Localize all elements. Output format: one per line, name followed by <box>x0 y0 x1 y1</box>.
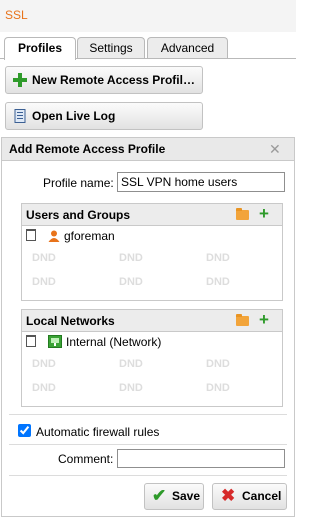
new-profile-label: New Remote Access Profil… <box>32 73 195 87</box>
save-button[interactable]: ✔ Save <box>144 483 204 510</box>
user-icon <box>48 230 60 242</box>
cancel-x-icon: ✖ <box>221 486 236 505</box>
open-live-log-button[interactable]: Open Live Log <box>5 102 203 130</box>
profile-name-label: Profile name: <box>43 176 114 190</box>
profile-name-input[interactable] <box>117 172 285 192</box>
network-icon <box>48 335 62 348</box>
dnd-placeholder: DND <box>206 358 230 370</box>
divider <box>9 444 287 445</box>
dnd-placeholder: DND <box>119 252 143 264</box>
networks-list-title: Local Networks <box>26 314 115 328</box>
trash-icon[interactable] <box>26 229 36 241</box>
divider <box>9 475 287 476</box>
cancel-label: Cancel <box>242 489 282 503</box>
dnd-placeholder: DND <box>32 358 56 370</box>
open-log-label: Open Live Log <box>32 109 116 123</box>
dnd-placeholder: DND <box>206 382 230 394</box>
dnd-placeholder: DND <box>206 252 230 264</box>
list-item[interactable]: gforeman <box>22 227 282 245</box>
save-label: Save <box>172 489 201 503</box>
tab-profiles[interactable]: Profiles <box>4 37 76 60</box>
plus-icon <box>13 73 27 87</box>
comment-label: Comment: <box>58 452 114 466</box>
divider <box>9 414 287 415</box>
user-name: gforeman <box>64 229 115 243</box>
new-remote-access-profile-button[interactable]: New Remote Access Profil… <box>5 66 203 94</box>
folder-icon[interactable] <box>236 314 249 326</box>
dnd-placeholder: DND <box>119 276 143 288</box>
app-header <box>0 0 296 32</box>
dnd-placeholder: DND <box>32 252 56 264</box>
comment-input[interactable] <box>117 449 285 468</box>
tab-settings[interactable]: Settings <box>77 37 145 59</box>
automatic-firewall-rules-label: Automatic firewall rules <box>36 425 160 439</box>
log-icon <box>14 109 26 123</box>
close-icon[interactable]: ✕ <box>269 141 281 158</box>
cancel-button[interactable]: ✖ Cancel <box>212 483 287 510</box>
users-list-title: Users and Groups <box>26 208 131 222</box>
checkmark-icon: ✔ <box>152 486 167 505</box>
automatic-firewall-rules-checkbox[interactable] <box>18 424 31 437</box>
tab-advanced[interactable]: Advanced <box>147 37 228 59</box>
add-icon[interactable]: + <box>259 204 269 224</box>
dnd-placeholder: DND <box>32 276 56 288</box>
dnd-placeholder: DND <box>119 382 143 394</box>
local-networks-list[interactable]: Local Networks + Internal (Network) DND … <box>21 309 283 407</box>
app-title: SSL <box>5 8 28 22</box>
network-name: Internal (Network) <box>66 335 162 349</box>
users-list-header: Users and Groups + <box>22 204 282 226</box>
dialog-title: Add Remote Access Profile <box>9 142 166 156</box>
dnd-placeholder: DND <box>206 276 230 288</box>
list-item[interactable]: Internal (Network) <box>22 333 282 351</box>
networks-list-header: Local Networks + <box>22 310 282 332</box>
users-and-groups-list[interactable]: Users and Groups + gforeman DND DND DND … <box>21 203 283 301</box>
trash-icon[interactable] <box>26 335 36 347</box>
dnd-placeholder: DND <box>32 382 56 394</box>
dnd-placeholder: DND <box>119 358 143 370</box>
add-icon[interactable]: + <box>259 310 269 330</box>
folder-icon[interactable] <box>236 208 249 220</box>
